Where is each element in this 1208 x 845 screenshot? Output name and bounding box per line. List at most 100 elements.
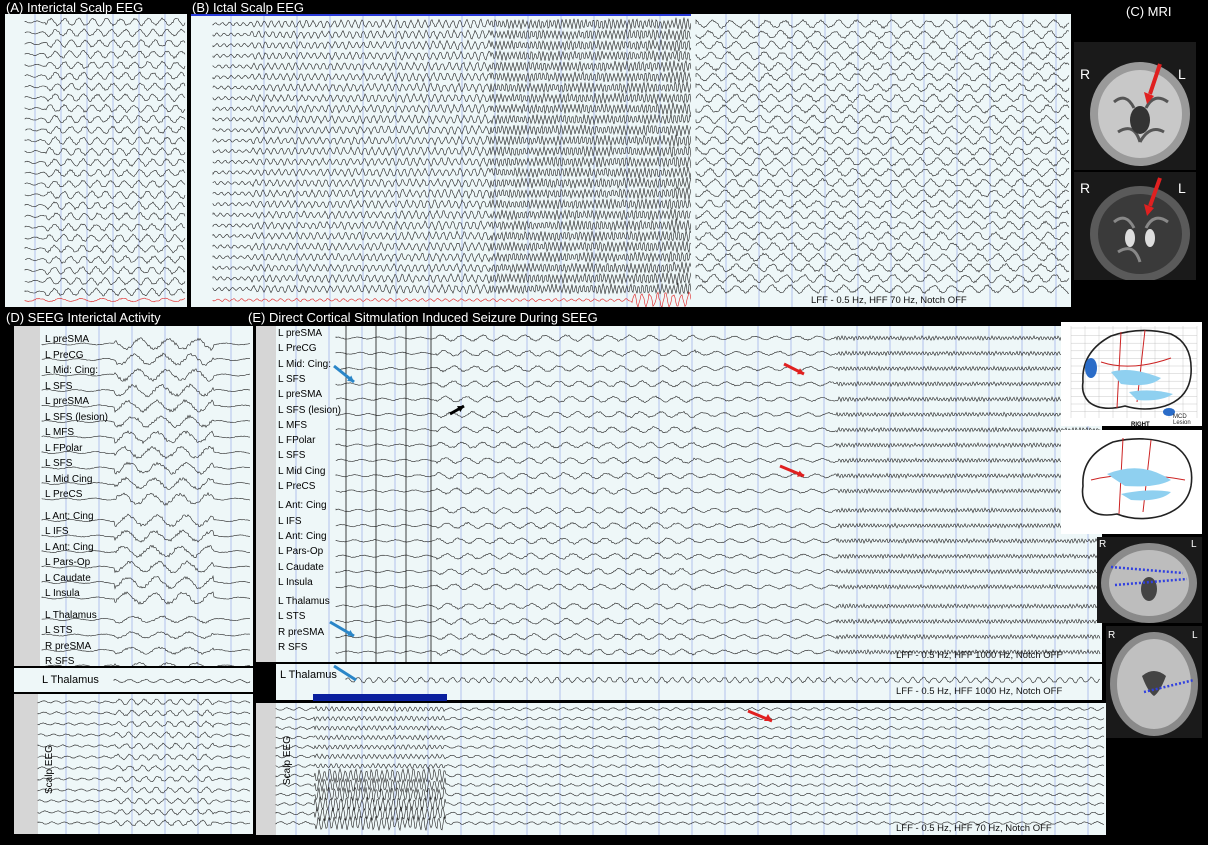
panel-e-channel-label: L SFS (278, 373, 306, 385)
seeg-seizure-trace (335, 441, 1101, 449)
ictal-scalp-trace (212, 272, 692, 285)
interictal-scalp-trace (24, 103, 186, 113)
interictal-scalp-trace (24, 125, 186, 135)
mri-coronal-right-label: R (1080, 66, 1091, 82)
panel-d-channel-label: L Mid Cing (45, 473, 93, 485)
ictal-scalp-trace (212, 102, 692, 115)
scalp-eeg-trace (37, 709, 251, 717)
interictal-scalp-trace (24, 265, 186, 275)
mri-seeg-axial: R L (1106, 626, 1202, 738)
panel-d-channel-label: L FPolar (45, 442, 83, 454)
scalp-eeg-trace (37, 720, 251, 728)
brain-map-medial-image (1081, 437, 1193, 520)
seeg-seizure-trace (335, 583, 1101, 591)
ictal-scalp-trace (695, 241, 1070, 252)
panel-d-thalamus-label: L Thalamus (42, 674, 99, 686)
ictal-scalp-trace (212, 176, 692, 190)
scalp-eeg-trace (37, 731, 251, 739)
ictal-scalp-trace (212, 187, 692, 200)
scalp-seizure-trace (275, 705, 1105, 712)
mri-coronal-t1: R L (1074, 42, 1196, 170)
panel-e-title: (E) Direct Cortical Sitmulation Induced … (248, 310, 598, 325)
interictal-scalp-trace (24, 190, 186, 200)
mri-coronal-flair: R L (1074, 172, 1196, 280)
panel-d-channel-label: L PreCG (45, 349, 84, 361)
scalp-seizure-trace (275, 744, 1105, 751)
panel-e-channel-label: L preSMA (278, 328, 323, 339)
scalp-eeg-trace (37, 808, 251, 816)
ictal-scalp-trace (695, 125, 1070, 135)
mri-seeg-coronal-right: R (1099, 539, 1107, 550)
interictal-scalp-trace (24, 147, 186, 157)
ictal-scalp-trace (212, 39, 692, 52)
scalp-seizure-trace (275, 725, 1105, 732)
panel-d-seeg-interictal: L preSMA L PreCG L Mid: Cing: L SFS L preSMA… (14, 326, 253, 666)
interictal-scalp-trace (24, 201, 186, 211)
ictal-scalp-trace (212, 209, 692, 221)
scalp-seizure-trace (275, 734, 1105, 741)
panel-e-channel-label: L PreCS (278, 481, 316, 492)
mri-seeg-coronal: R L (1097, 537, 1202, 623)
ecg-trace (24, 297, 186, 303)
panel-e-traces (295, 326, 1101, 662)
brain-map-lesion-label: MCD Lesion (1173, 414, 1191, 426)
panel-d-channel-label: L preSMA (45, 396, 90, 407)
panel-d-channel-label: L STS (45, 625, 73, 636)
ictal-scalp-trace (212, 124, 692, 137)
seeg-seizure-trace (335, 567, 1101, 576)
panel-e-seeg-stimulation: L preSMA L PreCG L Mid: Cing: L SFS L preSMA… (256, 326, 1102, 662)
mri-coronal-t1-image (1090, 62, 1190, 166)
seeg-interictal-trace (41, 529, 251, 543)
seeg-seizure-trace (335, 456, 1101, 465)
ictal-scalp-trace (212, 134, 692, 147)
panel-e-channel-label: L Pars-Op (278, 546, 324, 558)
ictal-scalp-trace (212, 240, 692, 253)
panel-b-traces (191, 14, 1070, 307)
scalp-eeg-trace (37, 753, 251, 761)
scalp-eeg-trace (37, 786, 250, 794)
ictal-scalp-trace (212, 261, 692, 274)
panel-e-thalamus-label: L Thalamus (280, 669, 337, 681)
stimulation-bar (313, 694, 447, 701)
seeg-seizure-trace (335, 617, 1101, 626)
scalp-seizure-trace (275, 767, 1105, 784)
panel-d-channel-label: L Insula (45, 588, 80, 599)
ictal-scalp-trace (212, 70, 692, 84)
ictal-scalp-trace (695, 220, 1070, 231)
panel-e-channel-label: L PreCG (278, 343, 317, 355)
scalp-seizure-trace (275, 777, 1105, 794)
panel-d-channel-label: L Thalamus (45, 609, 97, 621)
panel-e-thalamus-filter-note: LFF - 0.5 Hz, HFF 1000 Hz, Notch OFF (896, 686, 1063, 697)
ictal-scalp-trace (695, 273, 1070, 284)
panel-a-interictal-scalp-eeg (5, 14, 187, 307)
seeg-seizure-trace (335, 506, 1101, 514)
ictal-scalp-trace (212, 49, 692, 63)
interictal-scalp-trace (24, 244, 186, 254)
scalp-eeg-trace (37, 742, 251, 750)
ictal-scalp-trace (695, 284, 1070, 294)
ictal-scalp-trace (212, 282, 692, 296)
mri-coronal-left-label: L (1178, 66, 1186, 82)
interictal-scalp-trace (24, 212, 186, 221)
panel-d-channel-label: L SFS (45, 380, 73, 392)
panel-e-seeg-filter-note: LFF - 0.5 Hz, HFF 1000 Hz, Notch OFF (896, 650, 1063, 661)
panel-e-scalp-eeg: Scalp EEG LFF - 0.5 Hz, HFF 70 Hz, Notch… (256, 703, 1106, 835)
panel-b-title: (B) Ictal Scalp EEG (192, 0, 304, 15)
interictal-scalp-trace (24, 179, 186, 189)
panel-d-channel-label: L IFS (45, 526, 69, 537)
ictal-scalp-trace (695, 210, 1070, 220)
scalp-eeg-trace (37, 797, 251, 805)
panel-d-channel-label: L Ant: Cing (45, 541, 94, 553)
ictal-scalp-trace (695, 262, 1070, 273)
brain-map-right-label: RIGHT (1131, 422, 1150, 428)
interictal-scalp-trace (24, 71, 186, 81)
ictal-scalp-trace (212, 80, 692, 95)
interictal-scalp-trace (24, 157, 186, 167)
mri-flair-left-label: L (1178, 180, 1186, 196)
interictal-scalp-trace (24, 17, 186, 27)
ictal-scalp-trace (212, 28, 692, 41)
scalp-eeg-trace (37, 775, 251, 783)
ictal-scalp-trace (695, 40, 1069, 51)
seeg-seizure-trace (335, 537, 1101, 545)
panel-a-traces (24, 14, 186, 307)
